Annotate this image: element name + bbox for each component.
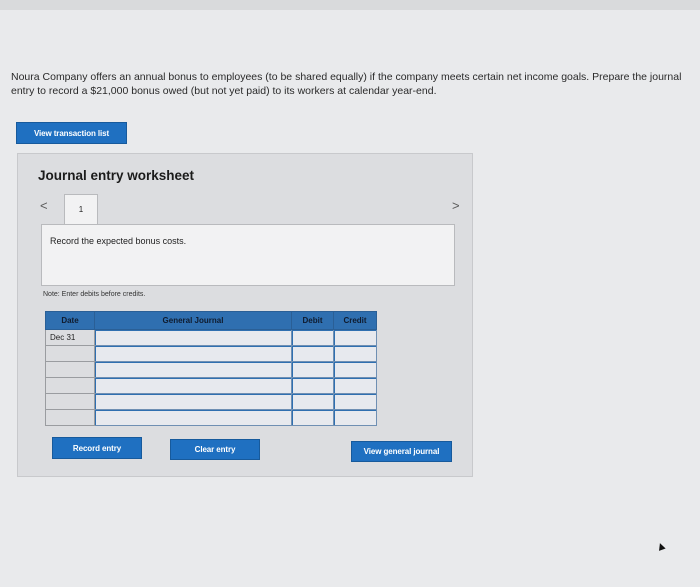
credit-input[interactable] [333,361,377,378]
problem-statement: Noura Company offers an annual bonus to … [11,71,682,97]
date-cell[interactable]: Dec 31 [45,329,95,346]
debit-input[interactable] [291,345,334,362]
view-general-journal-button[interactable]: View general journal [351,441,452,462]
entry-note: Note: Enter debits before credits. [43,291,146,298]
credit-input[interactable] [333,329,377,346]
header-date: Date [45,311,95,330]
date-cell[interactable] [45,409,95,426]
entry-description-text: Record the expected bonus costs. [50,236,187,246]
account-input[interactable] [94,377,292,394]
date-cell[interactable] [45,361,95,378]
journal-table: Date General Journal Debit Credit Dec 31 [45,311,377,426]
credit-input[interactable] [333,377,377,394]
account-input[interactable] [94,393,292,410]
table-row [45,409,377,426]
credit-input[interactable] [333,409,377,426]
table-row [45,393,377,410]
credit-input[interactable] [333,345,377,362]
account-input[interactable] [94,345,292,362]
credit-input[interactable] [333,393,377,410]
account-input[interactable] [94,329,292,346]
table-row [45,361,377,378]
mouse-cursor-icon: ▲ [652,537,669,555]
view-transaction-list-button[interactable]: View transaction list [16,122,127,144]
account-input[interactable] [94,361,292,378]
clear-entry-button[interactable]: Clear entry [170,439,260,460]
journal-table-header: Date General Journal Debit Credit [45,311,377,330]
record-entry-button[interactable]: Record entry [52,437,142,459]
chevron-left-icon[interactable]: < [40,198,48,213]
date-cell[interactable] [45,345,95,362]
header-credit: Credit [333,311,377,330]
debit-input[interactable] [291,393,334,410]
journal-entry-worksheet: Journal entry worksheet < 1 > Record the… [17,153,473,477]
table-row [45,345,377,362]
header-debit: Debit [291,311,334,330]
debit-input[interactable] [291,361,334,378]
entry-description: Record the expected bonus costs. [41,224,455,286]
worksheet-title: Journal entry worksheet [38,168,195,183]
tab-1[interactable]: 1 [64,194,98,226]
table-row: Dec 31 [45,329,377,346]
chevron-right-icon[interactable]: > [452,198,460,213]
date-cell[interactable] [45,377,95,394]
table-row [45,377,377,394]
date-cell[interactable] [45,393,95,410]
top-bar [0,0,700,10]
debit-input[interactable] [291,329,334,346]
header-general-journal: General Journal [94,311,292,330]
debit-input[interactable] [291,377,334,394]
account-input[interactable] [94,409,292,426]
debit-input[interactable] [291,409,334,426]
